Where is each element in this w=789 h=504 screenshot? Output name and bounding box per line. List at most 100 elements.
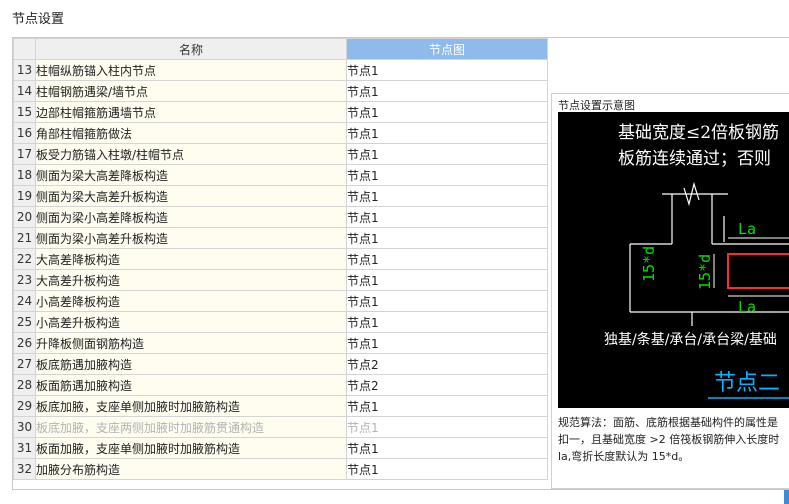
dialog-title: 节点设置 bbox=[12, 12, 65, 27]
row-number: 18 bbox=[13, 164, 36, 186]
node-select-cell[interactable]: 节点1 bbox=[346, 332, 548, 354]
node-select-cell[interactable]: 节点1 bbox=[346, 311, 548, 333]
node-select-cell[interactable]: 节点1 bbox=[346, 248, 548, 270]
diagram-caption-line1: 基础宽度≤2倍板钢筋 bbox=[618, 123, 779, 143]
node-setting-name: 侧面为梁小高差降板构造 bbox=[35, 206, 347, 228]
node-select-cell[interactable]: 节点2 bbox=[346, 353, 548, 375]
table-row[interactable]: 25 小高差升板构造 节点1 bbox=[13, 311, 548, 333]
node-select-cell[interactable]: 节点1 bbox=[346, 437, 548, 459]
settings-panel: 名称 节点图 13 柱帽纵筋锚入柱内节点 节点1 14 柱帽钢筋遇梁/墙节点 节点1 15 边… bbox=[12, 37, 789, 490]
label-15d-left: 15*d bbox=[640, 246, 658, 282]
node-select-cell[interactable]: 节点1 bbox=[346, 80, 548, 102]
table-row[interactable]: 29 板底加腋，支座单侧加腋时加腋筋构造 节点1 bbox=[13, 395, 548, 417]
row-number: 16 bbox=[13, 122, 36, 144]
row-number: 25 bbox=[13, 311, 36, 333]
diagram-panel: 节点设置示意图 基础宽度≤2倍板钢筋 板筋连续通过；否则 La La 15*d … bbox=[551, 93, 789, 489]
table-row[interactable]: 22 大高差降板构造 节点1 bbox=[13, 248, 548, 270]
table-row[interactable]: 13 柱帽纵筋锚入柱内节点 节点1 bbox=[13, 59, 548, 81]
node-setting-name: 柱帽纵筋锚入柱内节点 bbox=[35, 59, 347, 81]
row-number: 28 bbox=[13, 374, 36, 396]
node-setting-name: 角部柱帽箍筋做法 bbox=[35, 122, 347, 144]
table-row[interactable]: 20 侧面为梁小高差降板构造 节点1 bbox=[13, 206, 548, 228]
description-line: 扣一，且基础宽度 >2 倍筏板钢筋伸入长度时 bbox=[558, 433, 780, 446]
node-setting-name: 大高差升板构造 bbox=[35, 269, 347, 291]
node-setting-name: 小高差升板构造 bbox=[35, 311, 347, 333]
table-row[interactable]: 21 侧面为梁小高差升板构造 节点1 bbox=[13, 227, 548, 249]
table-row[interactable]: 27 板底筋遇加腋构造 节点2 bbox=[13, 353, 548, 375]
node-select-cell[interactable]: 节点1 bbox=[346, 416, 548, 438]
node-select-cell[interactable]: 节点1 bbox=[346, 206, 548, 228]
table-row[interactable]: 14 柱帽钢筋遇梁/墙节点 节点1 bbox=[13, 80, 548, 102]
row-number: 13 bbox=[13, 59, 36, 81]
description-line: la,弯折长度默认为 15*d。 bbox=[558, 450, 690, 463]
node-setting-name: 小高差降板构造 bbox=[35, 290, 347, 312]
description-line: 规范算法：面筋、底筋根据基础构件的属性是 bbox=[558, 416, 778, 429]
row-number: 17 bbox=[13, 143, 36, 165]
table-row[interactable]: 30 板底加腋，支座两侧加腋时加腋筋贯通构造 节点1 bbox=[13, 416, 548, 438]
row-number: 27 bbox=[13, 353, 36, 375]
node-select-cell[interactable]: 节点1 bbox=[346, 395, 548, 417]
rebar-path bbox=[727, 253, 789, 289]
row-number: 14 bbox=[13, 80, 36, 102]
node-setting-name: 板底筋遇加腋构造 bbox=[35, 353, 347, 375]
node-select-cell[interactable]: 节点1 bbox=[346, 290, 548, 312]
label-la-bottom: La bbox=[738, 298, 756, 316]
diagram-footing-types: 独基/条基/承台/承台梁/基础 bbox=[604, 331, 777, 348]
table-row[interactable]: 31 板面加腋，支座单侧加腋时加腋筋构造 节点1 bbox=[13, 437, 548, 459]
node-setting-name: 板底加腋，支座单侧加腋时加腋筋构造 bbox=[35, 395, 347, 417]
row-number: 24 bbox=[13, 290, 36, 312]
table-header-row: 名称 节点图 bbox=[13, 38, 548, 60]
node-select-cell[interactable]: 节点1 bbox=[346, 227, 548, 249]
diagram-caption-line2: 板筋连续通过；否则 bbox=[618, 149, 771, 169]
algorithm-description: 规范算法：面筋、底筋根据基础构件的属性是 扣一，且基础宽度 >2 倍筏板钢筋伸入… bbox=[558, 414, 789, 465]
diagram-node-label: 节点二 bbox=[714, 371, 780, 396]
node-select-cell[interactable]: 节点1 bbox=[346, 101, 548, 123]
node-setting-name: 侧面为梁大高差升板构造 bbox=[35, 185, 347, 207]
table-row[interactable]: 32 加腋分布筋构造 节点1 bbox=[13, 458, 548, 480]
column-header-node[interactable]: 节点图 bbox=[346, 38, 548, 60]
label-15d-right: 15*d bbox=[696, 254, 714, 290]
node-setting-name: 板面筋遇加腋构造 bbox=[35, 374, 347, 396]
table-row[interactable]: 18 侧面为梁大高差降板构造 节点1 bbox=[13, 164, 548, 186]
node-diagram: 基础宽度≤2倍板钢筋 板筋连续通过；否则 La La 15*d 15*d 独基/… bbox=[558, 112, 789, 408]
table-row[interactable]: 23 大高差升板构造 节点1 bbox=[13, 269, 548, 291]
node-select-cell[interactable]: 节点1 bbox=[346, 143, 548, 165]
node-setting-name: 升降板侧面钢筋构造 bbox=[35, 332, 347, 354]
table-row[interactable]: 17 板受力筋锚入柱墩/柱帽节点 节点1 bbox=[13, 143, 548, 165]
table-row[interactable]: 15 边部柱帽箍筋遇墙节点 节点1 bbox=[13, 101, 548, 123]
column-header-name[interactable]: 名称 bbox=[35, 38, 347, 60]
row-number: 31 bbox=[13, 437, 36, 459]
node-setting-name: 边部柱帽箍筋遇墙节点 bbox=[35, 101, 347, 123]
node-select-cell[interactable]: 节点1 bbox=[346, 269, 548, 291]
node-select-cell[interactable]: 节点1 bbox=[346, 122, 548, 144]
diagram-title: 节点设置示意图 bbox=[558, 99, 635, 112]
node-setting-name: 加腋分布筋构造 bbox=[35, 458, 347, 480]
row-number: 29 bbox=[13, 395, 36, 417]
node-select-cell[interactable]: 节点2 bbox=[346, 374, 548, 396]
node-select-cell[interactable]: 节点1 bbox=[346, 458, 548, 480]
label-la-top: La bbox=[738, 220, 756, 238]
row-number: 23 bbox=[13, 269, 36, 291]
table-row[interactable]: 24 小高差降板构造 节点1 bbox=[13, 290, 548, 312]
table-row[interactable]: 26 升降板侧面钢筋构造 节点1 bbox=[13, 332, 548, 354]
scroll-corner-indicator bbox=[784, 490, 789, 504]
table-row[interactable]: 28 板面筋遇加腋构造 节点2 bbox=[13, 374, 548, 396]
node-setting-name: 侧面为梁大高差降板构造 bbox=[35, 164, 347, 186]
node-select-cell[interactable]: 节点1 bbox=[346, 164, 548, 186]
node-settings-table: 名称 节点图 13 柱帽纵筋锚入柱内节点 节点1 14 柱帽钢筋遇梁/墙节点 节点1 15 边… bbox=[13, 38, 548, 480]
node-select-cell[interactable]: 节点1 bbox=[346, 185, 548, 207]
node-setting-name: 板面加腋，支座单侧加腋时加腋筋构造 bbox=[35, 437, 347, 459]
table-row[interactable]: 16 角部柱帽箍筋做法 节点1 bbox=[13, 122, 548, 144]
row-number: 32 bbox=[13, 458, 36, 480]
node-setting-name: 板受力筋锚入柱墩/柱帽节点 bbox=[35, 143, 347, 165]
row-number: 30 bbox=[13, 416, 36, 438]
row-number: 20 bbox=[13, 206, 36, 228]
node-setting-name: 侧面为梁小高差升板构造 bbox=[35, 227, 347, 249]
row-number: 26 bbox=[13, 332, 36, 354]
node-select-cell[interactable]: 节点1 bbox=[346, 59, 548, 81]
row-header-corner bbox=[13, 38, 36, 60]
row-number: 19 bbox=[13, 185, 36, 207]
row-number: 22 bbox=[13, 248, 36, 270]
table-row[interactable]: 19 侧面为梁大高差升板构造 节点1 bbox=[13, 185, 548, 207]
row-number: 21 bbox=[13, 227, 36, 249]
